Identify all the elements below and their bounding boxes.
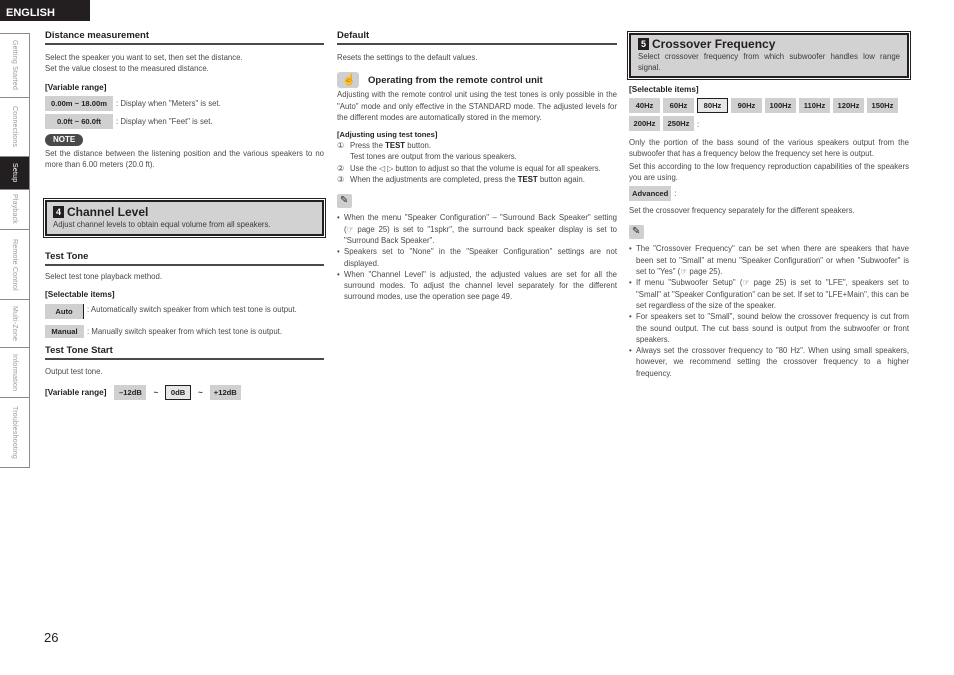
crossover-note-3: • For speakers set to "Small", sound belo… [629, 312, 909, 344]
frequency-option: 110Hz [799, 98, 830, 113]
test-tone-start-heading: Test Tone Start [45, 345, 324, 361]
range-min: –12dB [114, 384, 147, 400]
crossover-section-box: 5 Crossover Frequency Select crossover fr… [627, 31, 911, 80]
test-tone-desc: Select test tone playback method. [45, 272, 163, 282]
sidebar-item-troubleshooting[interactable]: Troubleshooting [0, 397, 29, 467]
frequency-option: 150Hz [867, 98, 898, 113]
range-meters-value: 0.00m ~ 18.00m [45, 95, 113, 111]
range-max: +12dB [209, 384, 241, 400]
manual-option-desc: : Manually switch speaker from which tes… [87, 327, 283, 337]
frequency-option: 200Hz [629, 116, 660, 131]
frequency-option: 120Hz [833, 98, 864, 113]
test-key: TEST [385, 141, 406, 151]
range-meters-desc: : Display when "Meters" is set. [116, 98, 221, 108]
test-tone-start-range-label: [Variable range] [45, 387, 107, 397]
remote-hand-icon [337, 72, 359, 89]
language-tab: ENGLISH [0, 0, 90, 21]
channel-level-desc: Adjust channel levels to obtain equal vo… [53, 220, 271, 230]
distance-desc-2: Set the value closest to the measured di… [45, 64, 209, 74]
crossover-note-1: • The "Crossover Frequency" can be set wh… [629, 244, 909, 277]
sidebar-item-information[interactable]: Information [0, 347, 29, 397]
frequency-colon: : [697, 120, 700, 129]
frequency-option: 40Hz [629, 98, 660, 113]
distance-heading: Distance measurement [45, 30, 324, 45]
crossover-frequency-options: 40Hz 60Hz 80Hz 90Hz 100Hz 110Hz 120Hz 150Hz 200H… [629, 98, 911, 131]
sidebar-item-playback[interactable]: Playback [0, 189, 29, 229]
remote-note-3: • When "Channel Level" is adjusted, the a… [337, 269, 617, 302]
channel-level-title: Channel Level [67, 205, 149, 220]
range-feet-desc: : Display when "Feet" is set. [116, 116, 213, 126]
range-sep-2: ~ [198, 387, 203, 397]
frequency-option: 100Hz [765, 98, 796, 113]
default-heading: Default [337, 30, 617, 45]
remote-heading: Operating from the remote control unit [368, 74, 543, 86]
remote-note-1: • When the menu "Speaker Configuration" –… [337, 213, 617, 245]
crossover-desc: Select crossover frequency from which su… [638, 52, 900, 72]
sidebar-item-remote-control[interactable]: Remote Control [0, 229, 29, 299]
frequency-option: 250Hz [663, 116, 694, 131]
distance-range-feet: 0.0ft ~ 60.0ft : Display when "Feet" is … [45, 113, 324, 129]
column-left: Distance measurement Select the speaker … [43, 30, 326, 400]
sidebar-item-multi-zone[interactable]: Multi-Zone [0, 299, 29, 347]
sidebar-item-setup[interactable]: Setup [0, 156, 29, 189]
pencil-note-icon [337, 194, 352, 209]
test-tone-item-auto: Auto : Automatically switch speaker from… [45, 304, 324, 320]
distance-range-label: [Variable range] [45, 82, 107, 92]
crossover-note-2: • If menu "Subwoofer Setup" (☞ page 25) i… [629, 278, 909, 310]
remote-note-2: • Speakers set to "None" in the "Speaker … [337, 247, 617, 268]
test-key: TEST [517, 175, 538, 185]
distance-note-text: Set the distance between the listening p… [45, 148, 324, 169]
crossover-items-label: [Selectable items] [629, 85, 699, 94]
page-number: 26 [44, 630, 59, 645]
test-tone-items-label: [Selectable items] [45, 290, 115, 300]
distance-desc-1: Select the speaker you want to set, then… [45, 53, 243, 62]
range-feet-value: 0.0ft ~ 60.0ft [45, 113, 113, 129]
section-number-badge: 4 [53, 206, 64, 219]
test-tone-start-desc: Output test tone. [45, 367, 103, 377]
frequency-option: 90Hz [731, 98, 762, 113]
test-tone-item-manual: Manual : Manually switch speaker from wh… [45, 325, 324, 339]
default-desc: Resets the settings to the default value… [337, 53, 478, 62]
step-1: ① Press the TEST button. Test tones are o… [337, 141, 517, 162]
sidebar-item-connections[interactable]: Connections [0, 97, 29, 156]
note-badge: NOTE [45, 133, 84, 146]
crossover-title: Crossover Frequency [652, 37, 776, 51]
remote-desc: Adjusting with the remote control unit u… [337, 90, 617, 122]
auto-option-desc: : Automatically switch speaker from whic… [87, 305, 297, 315]
distance-range-meters: 0.00m ~ 18.00m : Display when "Meters" i… [45, 95, 324, 111]
column-right: 5 Crossover Frequency Select crossover fr… [627, 31, 911, 379]
advanced-row: Advanced : [629, 186, 909, 202]
section-number-badge: 5 [638, 38, 649, 50]
crossover-explain-2: Set this according to the low frequency … [629, 161, 909, 182]
advanced-desc: Set the crossover frequency separately f… [629, 206, 855, 216]
test-tone-start-range: [Variable range] –12dB ~ 0dB ~ +12dB [45, 384, 324, 400]
pencil-note-icon [629, 225, 644, 240]
manual-option: Manual [45, 325, 84, 339]
steps-label: [Adjusting using test tones] [337, 130, 438, 140]
frequency-option: 60Hz [663, 98, 694, 113]
range-sep-1: ~ [153, 387, 159, 397]
channel-level-section-box: 4 Channel Level Adjust channel levels to … [43, 198, 326, 239]
remote-heading-row: Operating from the remote control unit [337, 72, 617, 89]
frequency-option: 80Hz [697, 98, 728, 113]
test-tone-heading: Test Tone [45, 251, 324, 267]
step-2: ② Use the ◁ ▷ button to adjust so that t… [337, 163, 601, 173]
step-3: ③ When the adjustments are completed, pr… [337, 175, 585, 185]
auto-option: Auto [45, 304, 84, 320]
crossover-explain-1: Only the portion of the bass sound of th… [629, 138, 909, 159]
crossover-note-4: • Always set the crossover frequency to "… [629, 346, 909, 378]
sidebar-item-getting-started[interactable]: Getting Started [0, 33, 29, 97]
range-default: 0dB [165, 384, 192, 400]
column-middle: Default Resets the settings to the defau… [337, 30, 617, 303]
section-sidebar: Getting Started Connections Setup Playba… [0, 33, 30, 468]
advanced-option: Advanced [629, 186, 672, 202]
